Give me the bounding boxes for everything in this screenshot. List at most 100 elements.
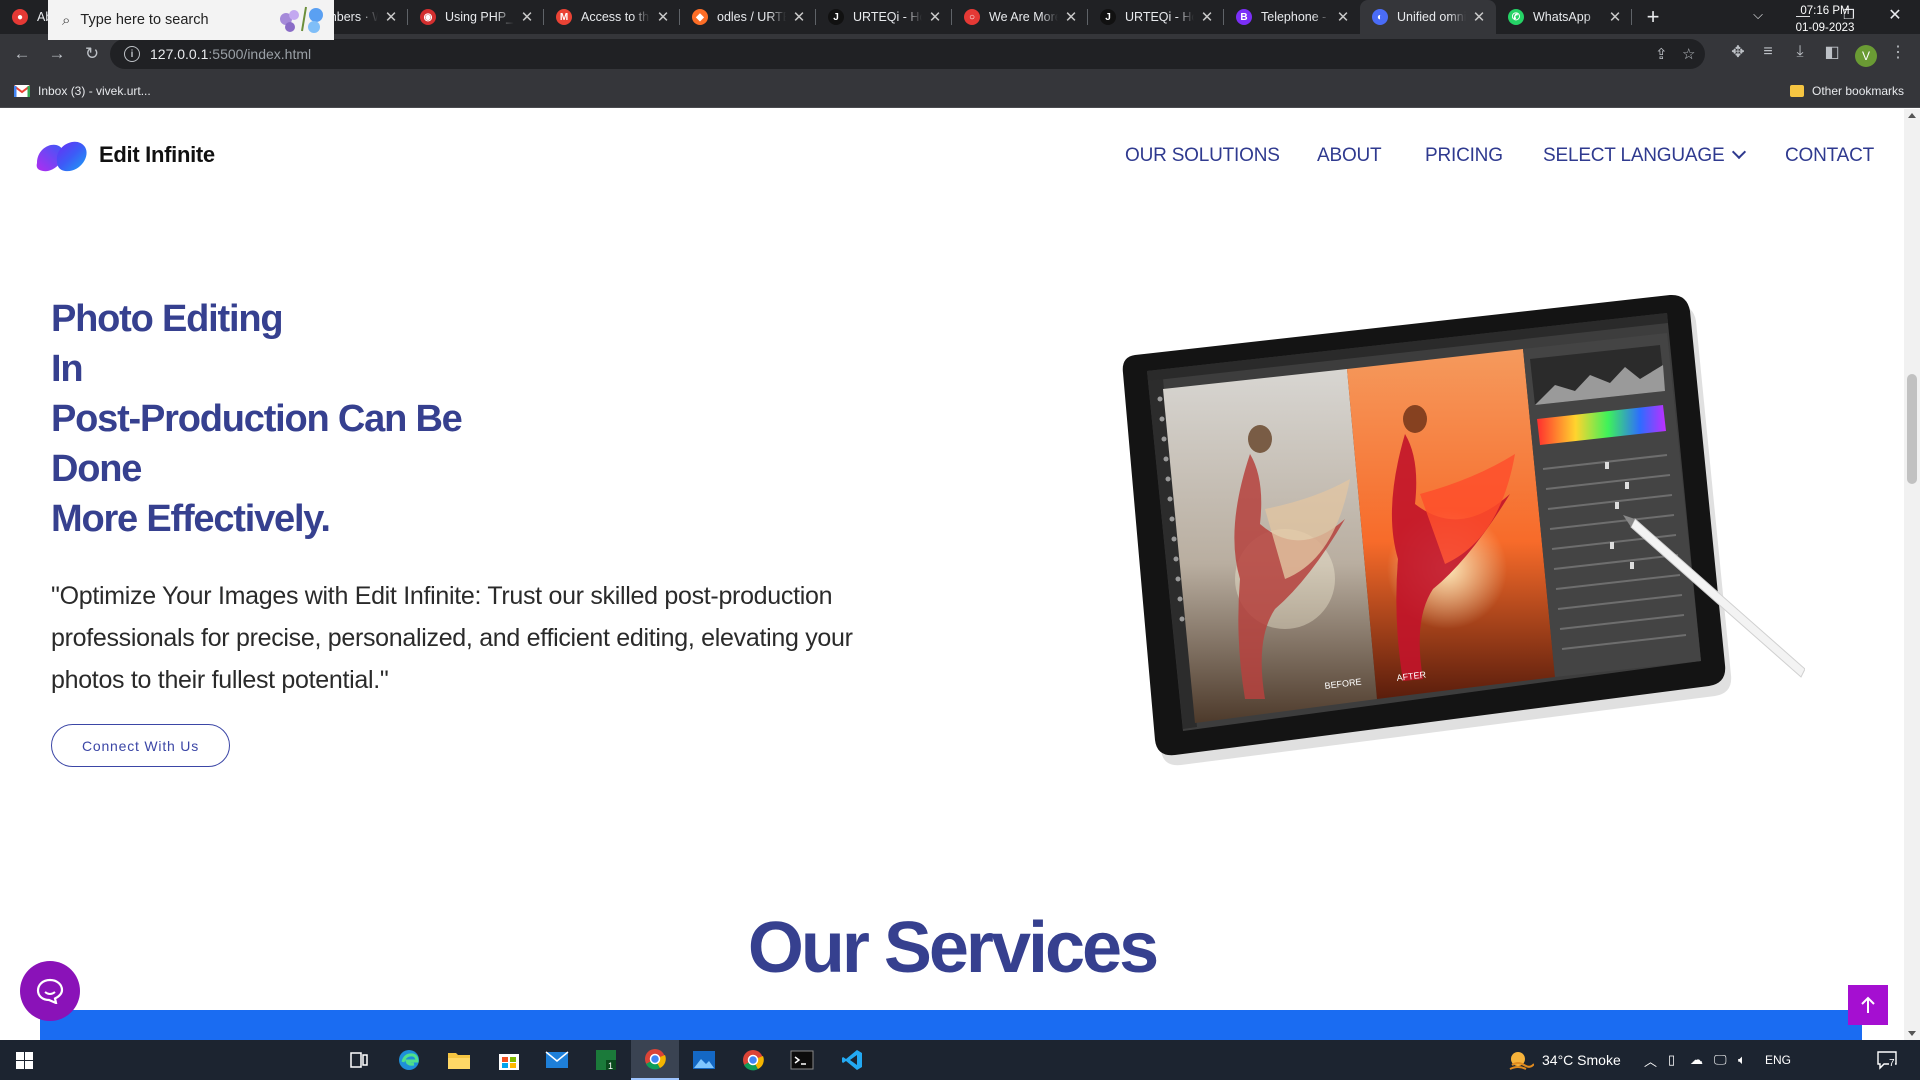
windows-taskbar [0,1040,1920,1080]
nav-about[interactable]: ABOUT [1317,145,1382,167]
tab-title: WhatsApp [1533,10,1591,24]
volume-muted-icon[interactable]: 🔈︎ [1738,1040,1746,1080]
address-bar[interactable]: i 127.0.0.1:5500/index.html ⇪ ☆ [110,39,1705,69]
taskbar-search-placeholder: Type here to search [80,12,209,28]
input-language[interactable]: ENG [1765,1040,1791,1080]
system-clock[interactable]: 07:16 PM 01-09-2023 [1790,3,1860,37]
browser-tab[interactable]: J URTEQi - Hon ✕ [816,0,952,34]
notification-center[interactable]: 7 [1876,1040,1898,1080]
tab-search-chevron-icon[interactable]: ⌵ [1735,0,1781,30]
vscode-icon[interactable] [828,1040,876,1080]
hero-title-line: Post-Production Can Be [51,398,463,440]
file-explorer-icon[interactable] [435,1040,483,1080]
chat-icon [36,978,64,1004]
profile-avatar[interactable]: V [1855,45,1877,67]
scroll-down-arrow-icon[interactable] [1908,1031,1916,1036]
services-heading: Our Services [747,908,1159,988]
bookmarks-bar: Inbox (3) - vivek.urt... Other bookmarks [0,74,1920,108]
tab-favicon-icon: J [828,9,844,25]
meet-now-icon[interactable]: ▯ [1668,1040,1675,1080]
download-icon[interactable]: ⤓ [1788,40,1812,64]
task-view-icon[interactable] [335,1040,383,1080]
svg-text:1: 1 [608,1061,613,1071]
network-icon[interactable]: 🖵 [1714,1040,1727,1080]
brand-logo[interactable]: Edit Infinite [33,133,215,177]
microsoft-store-icon[interactable] [485,1040,533,1080]
connect-with-us-button[interactable]: Connect With Us [51,724,230,767]
close-window-button[interactable]: ✕ [1872,0,1918,30]
browser-toolbar: ← → ↻ i 127.0.0.1:5500/index.html ⇪ ☆ [0,34,1920,74]
tab-close-icon[interactable]: ✕ [520,8,534,26]
spreadsheet-app-icon[interactable]: 1 [582,1040,630,1080]
tab-close-icon[interactable]: ✕ [928,8,942,26]
menu-kebab-icon[interactable]: ⋮ [1886,40,1910,64]
chrome-icon[interactable] [631,1040,679,1080]
browser-tab[interactable]: B Telephone - B ✕ [1224,0,1360,34]
weather-widget[interactable]: 34°C Smoke [1508,1040,1621,1080]
tab-favicon-icon: ✆ [1508,9,1524,25]
other-bookmarks-label: Other bookmarks [1812,83,1905,98]
hero-title: Photo Editing In Post-Production Can Be … [51,294,463,544]
chevron-down-icon [1732,144,1747,160]
arrow-up-icon [1861,996,1875,1013]
tab-close-icon[interactable]: ✕ [1064,8,1078,26]
bookmark-star-icon[interactable]: ☆ [1682,45,1695,63]
services-banner [40,1010,1862,1040]
tab-close-icon[interactable]: ✕ [1200,8,1214,26]
browser-tab[interactable]: ◉ Using PHP_SE ✕ [408,0,544,34]
tab-title: Access to the [581,10,650,24]
bookmark-inbox[interactable]: Inbox (3) - vivek.urt... [14,84,151,98]
nav-select-language[interactable]: SELECT LANGUAGE [1543,144,1747,167]
terminal-icon[interactable] [778,1040,826,1080]
tab-close-icon[interactable]: ✕ [656,8,670,26]
tab-close-icon[interactable]: ✕ [384,8,398,26]
side-panel-icon[interactable]: ◧ [1820,40,1844,64]
extensions-icon[interactable]: ✥ [1726,40,1750,64]
url-host: 127.0.0.1 [150,46,209,62]
tab-favicon-icon: ◆ [692,9,708,25]
forward-icon[interactable]: → [43,40,71,68]
hero-title-line: More Effectively. [51,498,331,540]
chat-widget-button[interactable] [20,961,80,1021]
nav-select-language-label: SELECT LANGUAGE [1543,145,1725,166]
start-button[interactable] [0,1040,48,1080]
scroll-up-arrow-icon[interactable] [1908,113,1916,118]
chrome-profile-icon[interactable] [729,1040,777,1080]
tab-favicon-icon: J [1100,9,1116,25]
browser-tab[interactable]: M Access to the ✕ [544,0,680,34]
reading-list-icon[interactable]: ≡ [1756,40,1780,64]
browser-tab[interactable]: ✆ WhatsApp ✕ [1496,0,1632,34]
show-hidden-icons-chevron-icon[interactable]: ︿ [1644,1040,1657,1080]
browser-tab[interactable]: J URTEQi - Hon ✕ [1088,0,1224,34]
page-scrollbar[interactable] [1904,109,1920,1040]
scroll-to-top-button[interactable] [1848,985,1888,1025]
tablet-photo-editor-illustration: BEFORE AFTER [1122,294,1805,766]
share-icon[interactable]: ⇪ [1655,45,1668,63]
nav-pricing[interactable]: PRICING [1425,145,1503,167]
tab-close-icon[interactable]: ✕ [792,8,806,26]
tab-favicon-icon: ◐ [1372,9,1388,25]
photos-app-icon[interactable] [680,1040,728,1080]
nav-our-solutions[interactable]: OUR SOLUTIONS [1125,145,1280,167]
browser-tab[interactable]: ◐ Unified omni ✕ [1360,0,1496,34]
site-info-icon[interactable]: i [124,46,140,62]
scrollbar-thumb[interactable] [1907,374,1917,484]
back-icon[interactable]: ← [8,40,36,68]
tab-close-icon[interactable]: ✕ [1608,8,1622,26]
clock-time: 07:16 PM [1800,5,1850,17]
tab-close-icon[interactable]: ✕ [1472,8,1486,26]
edge-browser-icon[interactable] [385,1040,433,1080]
browser-tab[interactable]: ◆ odles / URTE ✕ [680,0,816,34]
browser-tab[interactable]: ○ We Are More ✕ [952,0,1088,34]
tab-favicon-icon: ○ [964,9,980,25]
reload-icon[interactable]: ↻ [78,40,106,68]
new-tab-button[interactable]: + [1636,0,1670,34]
mail-icon[interactable] [533,1040,581,1080]
onedrive-icon[interactable]: ☁ [1690,1040,1703,1080]
nav-contact[interactable]: CONTACT [1785,145,1874,167]
taskbar-search[interactable]: ⌕ Type here to search [48,0,334,40]
tab-close-icon[interactable]: ✕ [1336,8,1350,26]
other-bookmarks[interactable]: Other bookmarks [1790,84,1904,98]
tab-title: Unified omni [1397,10,1466,24]
windows-logo-icon [15,1051,33,1069]
